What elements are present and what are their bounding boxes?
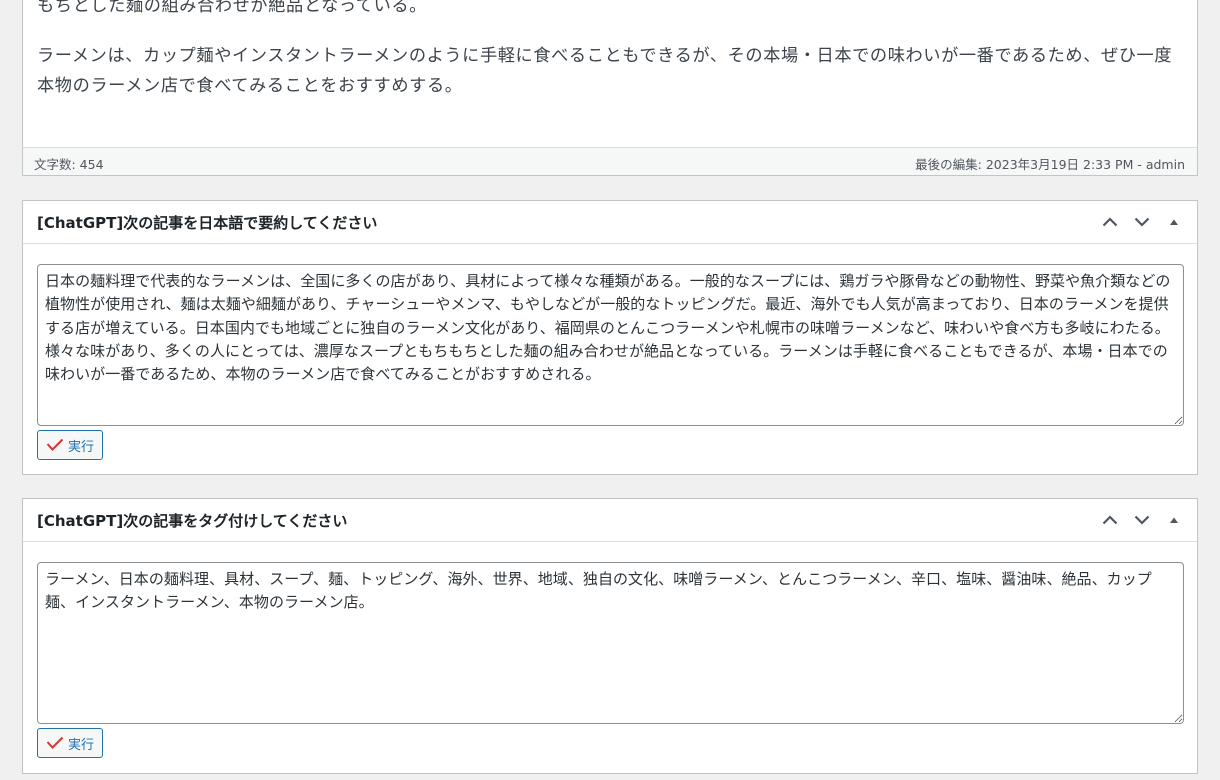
word-count: 文字数: 454 bbox=[34, 157, 104, 172]
editor-status-bar: 文字数: 454 最後の編集: 2023年3月19日 2:33 PM - adm… bbox=[23, 147, 1197, 175]
metabox-header: [ChatGPT]次の記事をタグ付けしてください bbox=[23, 499, 1197, 542]
metabox-body: ラーメン、日本の麺料理、具材、スープ、麺、トッピング、海外、世界、地域、独自の文… bbox=[23, 542, 1197, 758]
toggle-panel-button[interactable] bbox=[1159, 210, 1189, 234]
toggle-panel-button[interactable] bbox=[1159, 508, 1189, 532]
content-paragraph: ラーメンは、カップ麺やインスタントラーメンのように手軽に食べることもできるが、そ… bbox=[37, 46, 1173, 96]
checkmark-icon bbox=[46, 438, 64, 451]
move-up-button[interactable] bbox=[1095, 210, 1125, 234]
metabox-handle-actions bbox=[1095, 210, 1189, 234]
post-content[interactable]: もちとした麺の組み合わせが絶品となっている。 ラーメンは、カップ麺やインスタント… bbox=[37, 0, 1187, 101]
move-down-button[interactable] bbox=[1127, 508, 1157, 532]
last-edited-info: 最後の編集: 2023年3月19日 2:33 PM - admin bbox=[915, 157, 1185, 172]
run-tagging-button[interactable]: 実行 bbox=[37, 728, 103, 758]
metabox-handle-actions bbox=[1095, 508, 1189, 532]
chevron-down-icon bbox=[1134, 515, 1150, 525]
metabox-title: [ChatGPT]次の記事を日本語で要約してください bbox=[37, 214, 378, 232]
run-button-label: 実行 bbox=[68, 439, 95, 455]
chevron-up-icon bbox=[1102, 515, 1118, 525]
tag-result-textarea[interactable]: ラーメン、日本の麺料理、具材、スープ、麺、トッピング、海外、世界、地域、独自の文… bbox=[37, 562, 1184, 724]
move-down-button[interactable] bbox=[1127, 210, 1157, 234]
metabox-header: [ChatGPT]次の記事を日本語で要約してください bbox=[23, 201, 1197, 244]
triangle-up-icon bbox=[1170, 219, 1178, 225]
move-up-button[interactable] bbox=[1095, 508, 1125, 532]
run-button-label: 実行 bbox=[68, 737, 95, 753]
summary-result-textarea[interactable]: 日本の麺料理で代表的なラーメンは、全国に多くの店があり、具材によって様々な種類が… bbox=[37, 264, 1184, 426]
chatgpt-summary-metabox: [ChatGPT]次の記事を日本語で要約してください 日本の麺料理で代表的なラー… bbox=[22, 200, 1198, 475]
editor-content-area[interactable]: もちとした麺の組み合わせが絶品となっている。 ラーメンは、カップ麺やインスタント… bbox=[22, 0, 1198, 176]
content-paragraph: もちとした麺の組み合わせが絶品となっている。 bbox=[37, 0, 427, 16]
triangle-up-icon bbox=[1170, 517, 1178, 523]
run-summary-button[interactable]: 実行 bbox=[37, 430, 103, 460]
checkmark-icon bbox=[46, 736, 64, 749]
chevron-up-icon bbox=[1102, 217, 1118, 227]
chatgpt-tag-metabox: [ChatGPT]次の記事をタグ付けしてください ラーメン、日本の麺料理、具材、… bbox=[22, 498, 1198, 774]
metabox-body: 日本の麺料理で代表的なラーメンは、全国に多くの店があり、具材によって様々な種類が… bbox=[23, 244, 1197, 460]
metabox-title: [ChatGPT]次の記事をタグ付けしてください bbox=[37, 512, 348, 530]
chevron-down-icon bbox=[1134, 217, 1150, 227]
